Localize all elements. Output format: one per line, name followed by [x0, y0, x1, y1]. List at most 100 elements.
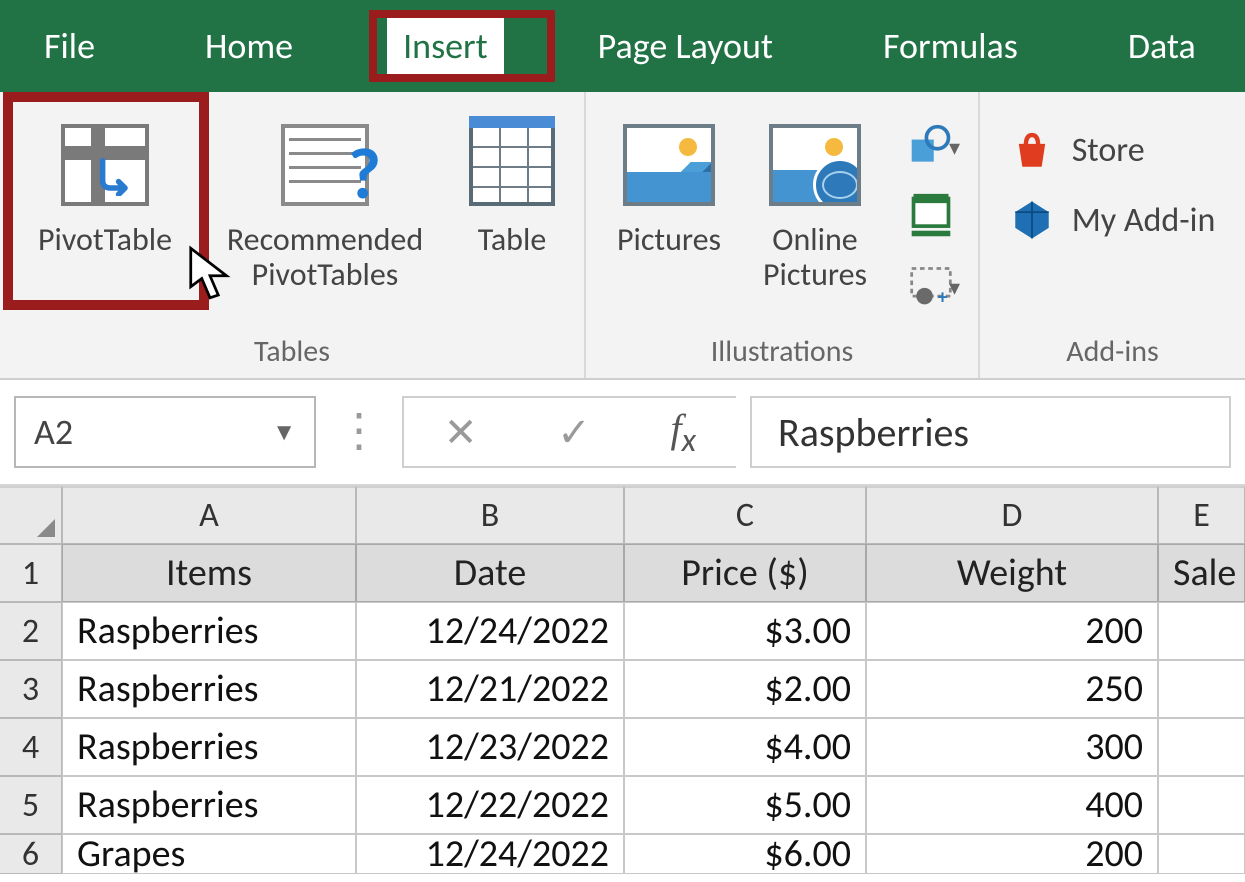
cell-E2[interactable] — [1158, 602, 1245, 660]
cell-D4[interactable]: 300 — [866, 718, 1158, 776]
tab-formulas[interactable]: Formulas — [867, 16, 1034, 76]
ribbon: PivotTable ? Recommended PivotTables Tab… — [0, 92, 1245, 380]
table-row: 6 Grapes 12/24/2022 $6.00 200 — [0, 834, 1245, 874]
my-addins-icon — [1010, 198, 1054, 242]
cell-B2[interactable]: 12/24/2022 — [356, 602, 624, 660]
cell-D5[interactable]: 400 — [866, 776, 1158, 834]
cell-C2[interactable]: $3.00 — [624, 602, 866, 660]
cell-A5[interactable]: Raspberries — [62, 776, 356, 834]
screenshot-dropdown[interactable]: + ▾ — [896, 256, 966, 316]
store-icon — [1010, 128, 1054, 172]
svg-text:+: + — [937, 285, 947, 309]
column-header-D[interactable]: D — [866, 486, 1158, 544]
cell-A3[interactable]: Raspberries — [62, 660, 356, 718]
tab-home[interactable]: Home — [189, 16, 309, 76]
cell-D6[interactable]: 200 — [866, 834, 1158, 874]
row-header-1[interactable]: 1 — [0, 544, 62, 602]
cell-E1[interactable]: Sale — [1158, 544, 1245, 602]
table-icon — [462, 118, 562, 212]
row-header-6[interactable]: 6 — [0, 834, 62, 874]
cell-C3[interactable]: $2.00 — [624, 660, 866, 718]
shapes-dropdown[interactable]: ▾ — [896, 116, 966, 176]
table-row: 4 Raspberries 12/23/2022 $4.00 300 — [0, 718, 1245, 776]
store-button[interactable]: Store — [1010, 128, 1216, 172]
tab-insert[interactable]: Insert — [387, 16, 504, 76]
ribbon-group-addins: Store My Add-in Add-ins — [980, 92, 1245, 378]
cell-A1[interactable]: Items — [62, 544, 356, 602]
pictures-icon — [619, 118, 719, 212]
pivot-table-button[interactable]: PivotTable — [13, 110, 197, 269]
column-header-A[interactable]: A — [62, 486, 356, 544]
cell-A2[interactable]: Raspberries — [62, 602, 356, 660]
smartart-button[interactable] — [896, 186, 966, 246]
tab-file[interactable]: File — [28, 16, 111, 76]
cell-E4[interactable] — [1158, 718, 1245, 776]
pivot-table-icon — [55, 118, 155, 212]
column-header-C[interactable]: C — [624, 486, 866, 544]
enter-formula-icon[interactable]: ✓ — [557, 408, 591, 457]
ribbon-group-tables: PivotTable ? Recommended PivotTables Tab… — [0, 92, 586, 378]
tab-page-layout[interactable]: Page Layout — [582, 16, 789, 76]
table-label: Table — [478, 222, 547, 257]
formula-bar-options[interactable]: ⋮ — [330, 411, 388, 452]
tab-data[interactable]: Data — [1112, 16, 1212, 76]
formula-input[interactable]: Raspberries — [750, 396, 1231, 468]
group-label-illustrations: Illustrations — [711, 329, 854, 378]
table-row: 5 Raspberries 12/22/2022 $5.00 400 — [0, 776, 1245, 834]
recommended-pivot-tables-label: Recommended PivotTables — [227, 222, 423, 292]
table-button[interactable]: Table — [453, 110, 571, 269]
recommended-pivot-tables-icon: ? — [275, 118, 375, 212]
my-addins-button[interactable]: My Add-in — [1010, 198, 1216, 242]
my-addins-label: My Add-in — [1072, 200, 1216, 241]
store-label: Store — [1072, 130, 1145, 171]
online-pictures-icon — [765, 118, 865, 212]
column-header-E[interactable]: E — [1158, 486, 1245, 544]
spreadsheet-grid: A B C D E 1 Items Date Price ($) Weight … — [0, 486, 1245, 874]
cell-C6[interactable]: $6.00 — [624, 834, 866, 874]
column-header-B[interactable]: B — [356, 486, 624, 544]
name-box[interactable]: A2 ▼ — [14, 396, 316, 468]
ribbon-tab-strip: File Home Insert Page Layout Formulas Da… — [0, 0, 1245, 92]
cell-C4[interactable]: $4.00 — [624, 718, 866, 776]
formula-input-value: Raspberries — [778, 408, 969, 457]
cell-D2[interactable]: 200 — [866, 602, 1158, 660]
pictures-label: Pictures — [617, 222, 721, 257]
online-pictures-button[interactable]: Online Pictures — [744, 110, 886, 304]
row-header-5[interactable]: 5 — [0, 776, 62, 834]
row-header-4[interactable]: 4 — [0, 718, 62, 776]
select-all-corner[interactable] — [0, 486, 62, 544]
cell-B3[interactable]: 12/21/2022 — [356, 660, 624, 718]
cell-D1[interactable]: Weight — [866, 544, 1158, 602]
name-box-dropdown-icon[interactable]: ▼ — [272, 418, 296, 447]
cell-B1[interactable]: Date — [356, 544, 624, 602]
row-header-2[interactable]: 2 — [0, 602, 62, 660]
name-box-value: A2 — [34, 410, 73, 454]
pivot-table-label: PivotTable — [38, 222, 172, 257]
formula-bar-buttons: ✕ ✓ fx — [402, 396, 736, 468]
table-row: 1 Items Date Price ($) Weight Sale — [0, 544, 1245, 602]
cell-E5[interactable] — [1158, 776, 1245, 834]
cell-C5[interactable]: $5.00 — [624, 776, 866, 834]
online-pictures-label: Online Pictures — [763, 222, 867, 292]
cell-A4[interactable]: Raspberries — [62, 718, 356, 776]
formula-bar: A2 ▼ ⋮ ✕ ✓ fx Raspberries — [0, 380, 1245, 486]
group-label-addins: Add-ins — [1066, 329, 1158, 378]
cell-E6[interactable] — [1158, 834, 1245, 874]
column-headers: A B C D E — [0, 486, 1245, 544]
table-row: 3 Raspberries 12/21/2022 $2.00 250 — [0, 660, 1245, 718]
cell-B4[interactable]: 12/23/2022 — [356, 718, 624, 776]
table-row: 2 Raspberries 12/24/2022 $3.00 200 — [0, 602, 1245, 660]
pictures-button[interactable]: Pictures — [598, 110, 740, 269]
cell-E3[interactable] — [1158, 660, 1245, 718]
cell-C1[interactable]: Price ($) — [624, 544, 866, 602]
cell-B6[interactable]: 12/24/2022 — [356, 834, 624, 874]
cell-A6[interactable]: Grapes — [62, 834, 356, 874]
group-label-tables: Tables — [254, 329, 330, 378]
cell-D3[interactable]: 250 — [866, 660, 1158, 718]
recommended-pivot-tables-button[interactable]: ? Recommended PivotTables — [201, 110, 449, 304]
cell-B5[interactable]: 12/22/2022 — [356, 776, 624, 834]
insert-function-icon[interactable]: fx — [671, 405, 697, 460]
row-header-3[interactable]: 3 — [0, 660, 62, 718]
ribbon-group-illustrations: Pictures Online Pictures ▾ + ▾ — [586, 92, 980, 378]
cancel-formula-icon[interactable]: ✕ — [444, 408, 478, 457]
